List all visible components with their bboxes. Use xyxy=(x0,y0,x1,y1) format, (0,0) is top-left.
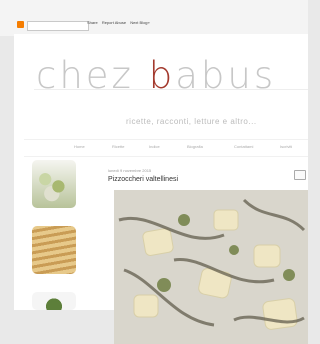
sidebar-thumbnail-3[interactable] xyxy=(32,292,76,310)
blog-page: chez babus ricette, racconti, letture e … xyxy=(14,34,308,344)
navbar-search-input[interactable] xyxy=(27,21,89,31)
header-divider xyxy=(34,89,308,90)
sidebar-thumbnail-2[interactable] xyxy=(32,226,76,274)
blog-title-prefix: chez xyxy=(36,54,149,97)
sidebar-thumbnail-1[interactable] xyxy=(32,160,76,208)
blog-title[interactable]: chez babus xyxy=(36,54,276,97)
post-date: lunedì 9 novembre 2015 xyxy=(108,168,152,173)
blog-tagline: ricette, racconti, letture e altro... xyxy=(126,117,257,126)
share-link[interactable]: Share xyxy=(87,20,98,25)
blogger-navbar: Share Report Abuse Next Blog» xyxy=(0,0,308,36)
post-image xyxy=(114,190,308,344)
blog-nav: Home Ricette Indice Biografia Contattami… xyxy=(24,139,308,157)
post-title[interactable]: Pizzoccheri valtellinesi xyxy=(108,176,178,183)
blog-title-accent: b xyxy=(148,54,176,97)
blogger-logo-icon[interactable] xyxy=(17,21,24,28)
nav-item-contattami[interactable]: Contattami xyxy=(234,144,253,149)
blog-title-suffix: abus xyxy=(175,54,277,97)
next-blog-link[interactable]: Next Blog» xyxy=(130,20,150,25)
nav-item-iscriviti[interactable]: Iscriviti xyxy=(280,144,292,149)
print-icon[interactable] xyxy=(294,170,306,180)
nav-item-home[interactable]: Home xyxy=(74,144,85,149)
report-abuse-link[interactable]: Report Abuse xyxy=(102,20,126,25)
navbar-links: Share Report Abuse Next Blog» xyxy=(87,20,153,25)
nav-item-ricette[interactable]: Ricette xyxy=(112,144,124,149)
nav-item-biografia[interactable]: Biografia xyxy=(187,144,203,149)
nav-item-indice[interactable]: Indice xyxy=(149,144,160,149)
